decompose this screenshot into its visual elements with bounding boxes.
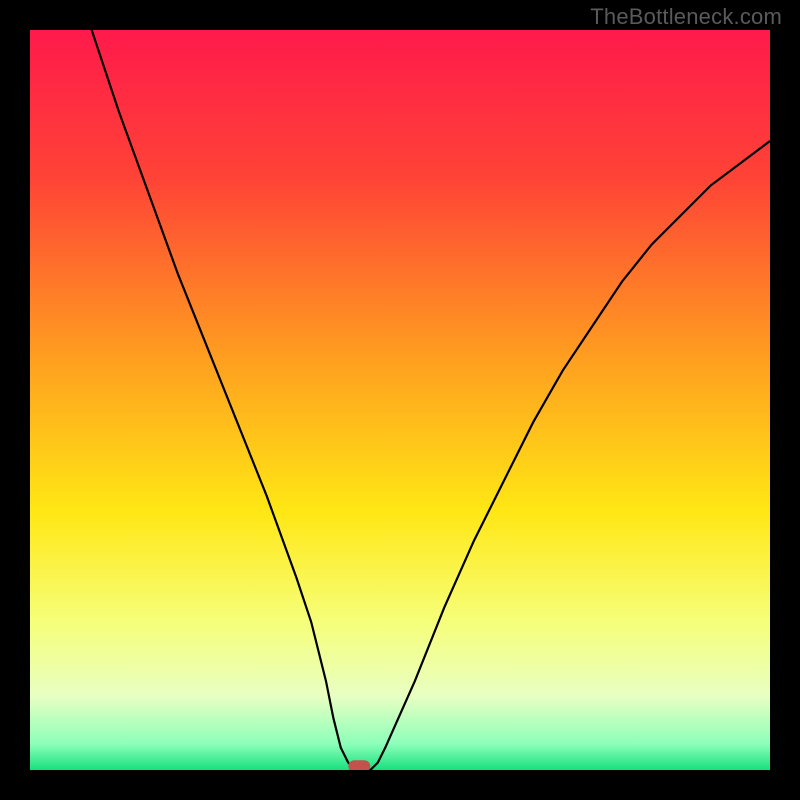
plot-area — [30, 30, 770, 770]
gradient-background — [30, 30, 770, 770]
chart-svg — [30, 30, 770, 770]
minimum-marker — [348, 760, 370, 770]
watermark-text: TheBottleneck.com — [590, 4, 782, 30]
chart-frame: TheBottleneck.com — [0, 0, 800, 800]
